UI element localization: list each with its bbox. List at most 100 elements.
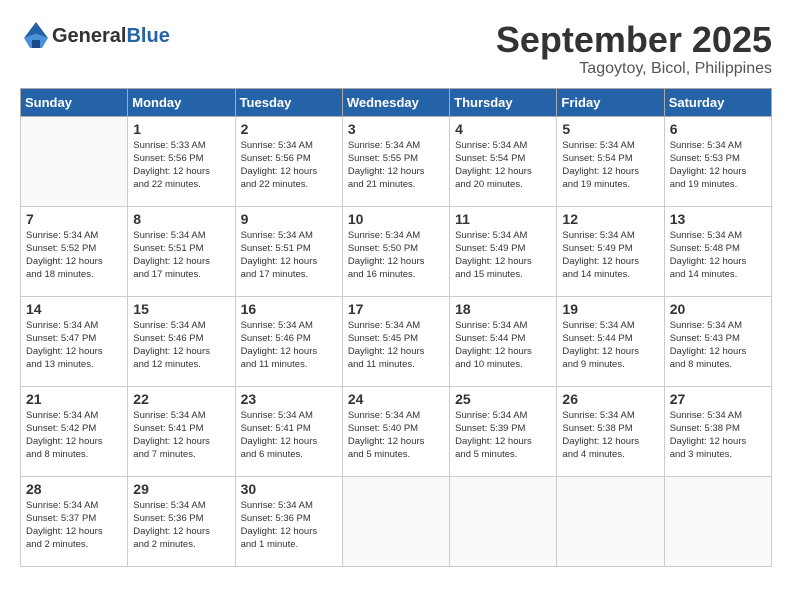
day-number: 10 bbox=[348, 211, 444, 227]
table-row: 1Sunrise: 5:33 AM Sunset: 5:56 PM Daylig… bbox=[128, 116, 235, 206]
month-title: September 2025 bbox=[496, 20, 772, 60]
cell-info: Sunrise: 5:34 AM Sunset: 5:44 PM Dayligh… bbox=[562, 319, 658, 372]
day-number: 7 bbox=[26, 211, 122, 227]
day-number: 14 bbox=[26, 301, 122, 317]
day-number: 23 bbox=[241, 391, 337, 407]
day-number: 22 bbox=[133, 391, 229, 407]
table-row: 20 Sunrise: 5:34 AM Sunset: 5:43 PM Dayli… bbox=[664, 296, 771, 386]
cell-info: Sunrise: 5:34 AM Sunset: 5:55 PM Dayligh… bbox=[348, 139, 444, 192]
logo-text-blue: Blue bbox=[126, 25, 169, 48]
logo-icon bbox=[20, 20, 52, 52]
cell-info: Sunrise: 5:34 AM Sunset: 5:39 PM Dayligh… bbox=[455, 409, 551, 462]
calendar-week-row: 21Sunrise: 5:34 AM Sunset: 5:42 PM Dayli… bbox=[21, 386, 772, 476]
cell-info: Sunrise: 5:34 AM Sunset: 5:46 PM Dayligh… bbox=[133, 319, 229, 372]
header-friday: Friday bbox=[557, 88, 664, 116]
day-number: 25 bbox=[455, 391, 551, 407]
table-row bbox=[664, 476, 771, 566]
cell-info: Sunrise: 5:34 AM Sunset: 5:44 PM Dayligh… bbox=[455, 319, 551, 372]
day-number: 20 bbox=[670, 301, 766, 317]
table-row bbox=[557, 476, 664, 566]
page-header: General Blue September 2025 Tagoytoy, Bi… bbox=[20, 20, 772, 78]
table-row bbox=[450, 476, 557, 566]
day-number: 28 bbox=[26, 481, 122, 497]
table-row: 13 Sunrise: 5:34 AM Sunset: 5:48 PM Dayli… bbox=[664, 206, 771, 296]
day-number: 8 bbox=[133, 211, 229, 227]
table-row: 5Sunrise: 5:34 AM Sunset: 5:54 PM Daylig… bbox=[557, 116, 664, 206]
day-number: 12 bbox=[562, 211, 658, 227]
table-row: 29 Sunrise: 5:34 AM Sunset: 5:36 PM Dayli… bbox=[128, 476, 235, 566]
day-number: 17 bbox=[348, 301, 444, 317]
cell-info: Sunrise: 5:34 AM Sunset: 5:47 PM Dayligh… bbox=[26, 319, 122, 372]
cell-info: Sunrise: 5:34 AM Sunset: 5:36 PM Dayligh… bbox=[133, 499, 229, 552]
cell-info: Sunrise: 5:34 AM Sunset: 5:52 PM Dayligh… bbox=[26, 229, 122, 282]
cell-info: Sunrise: 5:34 AM Sunset: 5:45 PM Dayligh… bbox=[348, 319, 444, 372]
day-number: 16 bbox=[241, 301, 337, 317]
cell-info: Sunrise: 5:34 AM Sunset: 5:40 PM Dayligh… bbox=[348, 409, 444, 462]
table-row: 16 Sunrise: 5:34 AM Sunset: 5:46 PM Dayli… bbox=[235, 296, 342, 386]
table-row: 8 Sunrise: 5:34 AM Sunset: 5:51 PM Daylig… bbox=[128, 206, 235, 296]
calendar-week-row: 28Sunrise: 5:34 AM Sunset: 5:37 PM Dayli… bbox=[21, 476, 772, 566]
table-row: 21Sunrise: 5:34 AM Sunset: 5:42 PM Dayli… bbox=[21, 386, 128, 476]
table-row: 4 Sunrise: 5:34 AM Sunset: 5:54 PM Daylig… bbox=[450, 116, 557, 206]
header-monday: Monday bbox=[128, 88, 235, 116]
day-number: 2 bbox=[241, 121, 337, 137]
table-row: 9 Sunrise: 5:34 AM Sunset: 5:51 PM Daylig… bbox=[235, 206, 342, 296]
cell-info: Sunrise: 5:34 AM Sunset: 5:42 PM Dayligh… bbox=[26, 409, 122, 462]
cell-info: Sunrise: 5:34 AM Sunset: 5:51 PM Dayligh… bbox=[133, 229, 229, 282]
cell-info: Sunrise: 5:34 AM Sunset: 5:41 PM Dayligh… bbox=[133, 409, 229, 462]
day-number: 19 bbox=[562, 301, 658, 317]
calendar-week-row: 7 Sunrise: 5:34 AM Sunset: 5:52 PM Daylig… bbox=[21, 206, 772, 296]
cell-info: Sunrise: 5:34 AM Sunset: 5:41 PM Dayligh… bbox=[241, 409, 337, 462]
table-row: 24 Sunrise: 5:34 AM Sunset: 5:40 PM Dayli… bbox=[342, 386, 449, 476]
logo-text-general: General bbox=[52, 25, 126, 48]
day-number: 29 bbox=[133, 481, 229, 497]
day-number: 18 bbox=[455, 301, 551, 317]
cell-info: Sunrise: 5:34 AM Sunset: 5:54 PM Dayligh… bbox=[562, 139, 658, 192]
table-row: 6 Sunrise: 5:34 AM Sunset: 5:53 PM Daylig… bbox=[664, 116, 771, 206]
table-row: 30 Sunrise: 5:34 AM Sunset: 5:36 PM Dayli… bbox=[235, 476, 342, 566]
header-sunday: Sunday bbox=[21, 88, 128, 116]
table-row bbox=[21, 116, 128, 206]
cell-info: Sunrise: 5:34 AM Sunset: 5:38 PM Dayligh… bbox=[670, 409, 766, 462]
calendar-week-row: 1Sunrise: 5:33 AM Sunset: 5:56 PM Daylig… bbox=[21, 116, 772, 206]
table-row: 2 Sunrise: 5:34 AM Sunset: 5:56 PM Daylig… bbox=[235, 116, 342, 206]
cell-info: Sunrise: 5:34 AM Sunset: 5:51 PM Dayligh… bbox=[241, 229, 337, 282]
day-number: 9 bbox=[241, 211, 337, 227]
cell-info: Sunrise: 5:34 AM Sunset: 5:54 PM Dayligh… bbox=[455, 139, 551, 192]
header-saturday: Saturday bbox=[664, 88, 771, 116]
table-row: 3 Sunrise: 5:34 AM Sunset: 5:55 PM Daylig… bbox=[342, 116, 449, 206]
day-number: 1 bbox=[133, 121, 229, 137]
calendar-week-row: 14 Sunrise: 5:34 AM Sunset: 5:47 PM Dayli… bbox=[21, 296, 772, 386]
table-row: 18 Sunrise: 5:34 AM Sunset: 5:44 PM Dayli… bbox=[450, 296, 557, 386]
cell-info: Sunrise: 5:34 AM Sunset: 5:49 PM Dayligh… bbox=[562, 229, 658, 282]
header-wednesday: Wednesday bbox=[342, 88, 449, 116]
logo: General Blue bbox=[20, 20, 170, 52]
table-row: 17 Sunrise: 5:34 AM Sunset: 5:45 PM Dayli… bbox=[342, 296, 449, 386]
header-thursday: Thursday bbox=[450, 88, 557, 116]
cell-info: Sunrise: 5:34 AM Sunset: 5:36 PM Dayligh… bbox=[241, 499, 337, 552]
cell-info: Sunrise: 5:34 AM Sunset: 5:56 PM Dayligh… bbox=[241, 139, 337, 192]
table-row: 10Sunrise: 5:34 AM Sunset: 5:50 PM Dayli… bbox=[342, 206, 449, 296]
day-number: 24 bbox=[348, 391, 444, 407]
table-row: 14 Sunrise: 5:34 AM Sunset: 5:47 PM Dayli… bbox=[21, 296, 128, 386]
table-row: 15 Sunrise: 5:34 AM Sunset: 5:46 PM Dayli… bbox=[128, 296, 235, 386]
day-number: 6 bbox=[670, 121, 766, 137]
header-tuesday: Tuesday bbox=[235, 88, 342, 116]
day-number: 13 bbox=[670, 211, 766, 227]
table-row bbox=[342, 476, 449, 566]
day-number: 3 bbox=[348, 121, 444, 137]
day-number: 4 bbox=[455, 121, 551, 137]
cell-info: Sunrise: 5:34 AM Sunset: 5:46 PM Dayligh… bbox=[241, 319, 337, 372]
table-row: 22 Sunrise: 5:34 AM Sunset: 5:41 PM Dayli… bbox=[128, 386, 235, 476]
cell-info: Sunrise: 5:34 AM Sunset: 5:53 PM Dayligh… bbox=[670, 139, 766, 192]
cell-info: Sunrise: 5:34 AM Sunset: 5:43 PM Dayligh… bbox=[670, 319, 766, 372]
table-row: 11Sunrise: 5:34 AM Sunset: 5:49 PM Dayli… bbox=[450, 206, 557, 296]
day-number: 11 bbox=[455, 211, 551, 227]
day-number: 30 bbox=[241, 481, 337, 497]
day-number: 15 bbox=[133, 301, 229, 317]
cell-info: Sunrise: 5:34 AM Sunset: 5:48 PM Dayligh… bbox=[670, 229, 766, 282]
calendar-header-row: Sunday Monday Tuesday Wednesday Thursday… bbox=[21, 88, 772, 116]
cell-info: Sunrise: 5:34 AM Sunset: 5:38 PM Dayligh… bbox=[562, 409, 658, 462]
day-number: 26 bbox=[562, 391, 658, 407]
table-row: 26 Sunrise: 5:34 AM Sunset: 5:38 PM Dayli… bbox=[557, 386, 664, 476]
